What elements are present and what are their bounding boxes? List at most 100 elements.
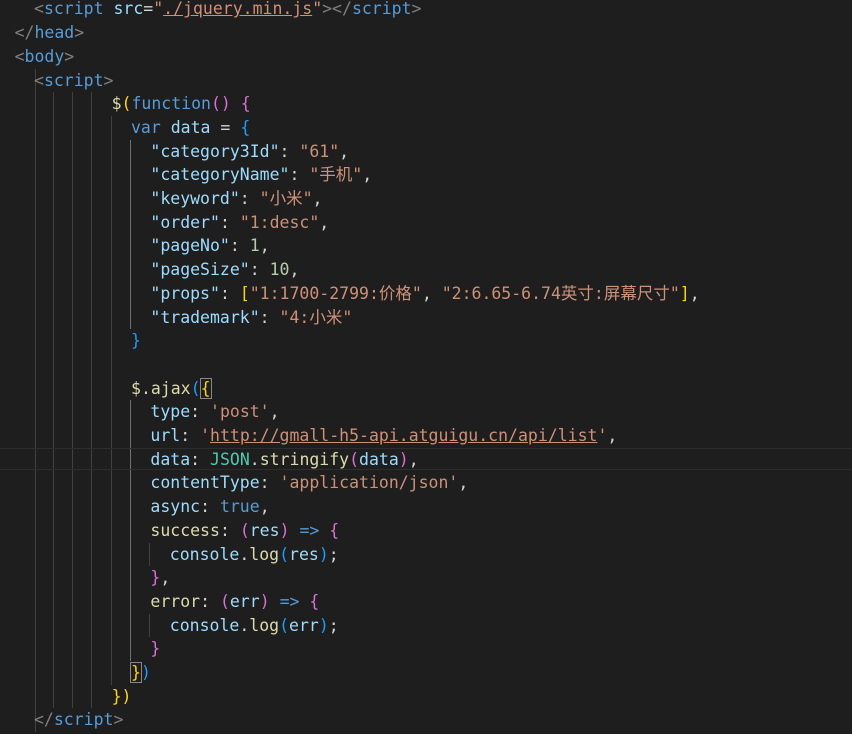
code-text: </script> — [34, 708, 123, 732]
code-line[interactable]: </script> — [0, 708, 852, 732]
code-token: "4:小米" — [279, 307, 353, 327]
code-text: async: true, — [150, 495, 269, 519]
code-token: body — [24, 46, 65, 66]
code-text: $.ajax({ — [131, 377, 212, 401]
code-line[interactable]: data: JSON.stringify(data), — [0, 447, 852, 472]
code-token: < — [34, 0, 44, 19]
code-token: </ — [14, 23, 35, 43]
code-token: , — [259, 497, 270, 517]
code-token: var — [131, 117, 161, 137]
code-line[interactable]: }, — [0, 566, 852, 590]
code-line[interactable]: <script> — [0, 69, 852, 93]
code-token: ] — [679, 283, 690, 303]
code-token: : — [200, 497, 220, 517]
code-token: , — [689, 283, 700, 303]
code-line[interactable]: }) — [0, 685, 852, 709]
code-text: "keyword": "小米", — [150, 187, 322, 211]
code-line[interactable] — [0, 353, 852, 377]
code-token: data — [359, 449, 399, 469]
code-line[interactable]: <script src="./jquery.min.js"></script> — [0, 0, 852, 21]
code-token: err — [229, 591, 260, 611]
code-token: $ — [111, 94, 122, 114]
code-token: ( — [279, 544, 290, 564]
code-line[interactable]: $(function() { — [0, 92, 852, 116]
code-line[interactable]: $.ajax({ — [0, 377, 852, 401]
code-text: } — [150, 637, 160, 661]
code-text: console.log(res); — [170, 543, 339, 567]
code-token: 10 — [269, 260, 290, 280]
code-token: "2:6.65-6.74英寸:屏幕尺寸" — [441, 283, 680, 303]
code-token: , — [362, 165, 373, 185]
code-token: } — [150, 639, 161, 659]
code-line[interactable]: contentType: 'application/json', — [0, 471, 852, 495]
code-token: "category3Id" — [150, 141, 280, 161]
code-line[interactable]: </head> — [0, 21, 852, 45]
code-token: function — [131, 94, 211, 114]
code-token: : — [190, 402, 211, 422]
code-line[interactable]: async: true, — [0, 495, 852, 519]
code-text: </head> — [15, 21, 85, 45]
code-token: ./jquery.min.js — [163, 0, 313, 19]
code-text: $(function() { — [112, 92, 251, 116]
code-text: "props": ["1:1700-2799:价格", "2:6.65-6.74… — [150, 282, 699, 306]
code-token: console — [169, 615, 240, 635]
code-token: , — [319, 212, 330, 232]
code-token: , — [421, 283, 442, 303]
code-line[interactable]: "category3Id": "61", — [0, 140, 852, 164]
code-text: } — [131, 329, 141, 353]
code-text: <script> — [34, 69, 113, 93]
code-line[interactable]: console.log(err); — [0, 614, 852, 638]
code-token: script — [43, 0, 104, 19]
code-line[interactable]: "pageNo": 1, — [0, 234, 852, 258]
code-token: log — [249, 544, 280, 564]
code-token: "keyword" — [150, 189, 240, 208]
code-token: res — [289, 544, 319, 564]
code-line[interactable]: console.log(res); — [0, 543, 852, 567]
code-token: ) — [398, 449, 409, 469]
code-line[interactable]: "keyword": "小米", — [0, 187, 852, 211]
code-line[interactable]: var data = { — [0, 116, 852, 140]
code-token: { — [240, 94, 251, 114]
code-line[interactable]: } — [0, 637, 852, 661]
code-token: ( — [239, 520, 250, 540]
code-token: 'post' — [210, 402, 270, 422]
code-line[interactable]: } — [0, 329, 852, 353]
code-line[interactable]: "order": "1:desc", — [0, 211, 852, 235]
code-token: [ — [239, 283, 250, 303]
code-text: }) — [112, 685, 132, 709]
code-line[interactable]: error: (err) => { — [0, 590, 852, 614]
code-editor[interactable]: <script src="./jquery.min.js"></script> <… — [0, 0, 852, 734]
code-line[interactable]: <body> — [0, 45, 852, 69]
code-token: : — [219, 212, 240, 232]
code-token: . — [140, 378, 151, 398]
code-text: console.log(err); — [170, 614, 339, 638]
code-text: error: (err) => { — [150, 590, 319, 614]
code-token: ( — [279, 615, 290, 635]
code-line[interactable]: type: 'post', — [0, 400, 852, 424]
code-line[interactable]: success: (res) => { — [0, 519, 852, 543]
code-token: ' — [597, 426, 608, 445]
code-token: ; — [328, 544, 339, 564]
code-line[interactable]: "pageSize": 10, — [0, 258, 852, 282]
code-line[interactable]: "props": ["1:1700-2799:价格", "2:6.65-6.74… — [0, 282, 852, 306]
code-token: "trademark" — [150, 307, 260, 327]
code-text: <script src="./jquery.min.js"></script> — [34, 0, 421, 21]
code-text: type: 'post', — [150, 400, 279, 424]
code-token: ; — [328, 615, 339, 635]
code-token: " — [153, 0, 164, 19]
code-text: <body> — [15, 45, 75, 69]
code-line[interactable]: "categoryName": "手机", — [0, 163, 852, 187]
code-token: : — [190, 449, 211, 469]
code-token: type — [150, 402, 191, 422]
code-token: head — [34, 23, 75, 43]
code-token: : — [289, 165, 310, 185]
code-token: : — [219, 283, 240, 303]
code-token: , — [259, 236, 270, 256]
code-token: ) — [259, 591, 270, 611]
code-line[interactable]: }) — [0, 661, 852, 685]
code-line[interactable]: url: 'http://gmall-h5-api.atguigu.cn/api… — [0, 424, 852, 448]
code-line[interactable]: "trademark": "4:小米" — [0, 306, 852, 330]
